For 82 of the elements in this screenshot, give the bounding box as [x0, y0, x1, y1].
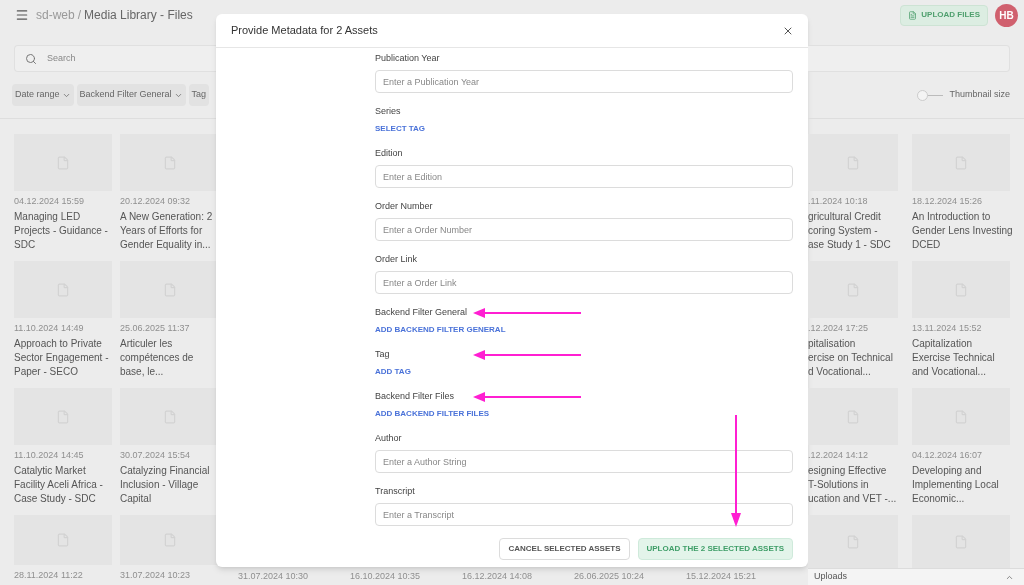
- file-date: 31.07.2024 10:23: [120, 569, 191, 581]
- breadcrumb-separator: /: [77, 7, 82, 24]
- file-title[interactable]: Articuler les compétences de base, le...: [120, 337, 194, 379]
- uploads-bar[interactable]: Uploads: [808, 568, 1024, 585]
- file-thumbnail[interactable]: [14, 134, 112, 191]
- file-date: 13.11.2024 15:52: [912, 322, 982, 334]
- file-title[interactable]: Capitalization Exercise Technical and Vocational...: [912, 337, 995, 379]
- filter-dropdown[interactable]: Tag: [188, 84, 210, 106]
- file-title[interactable]: esigning Effective T-Solutions in ucation and VET -...: [808, 464, 897, 506]
- filter-dropdown[interactable]: Date range: [12, 84, 74, 106]
- file-thumbnail[interactable]: [808, 134, 898, 191]
- uploads-label: Uploads: [814, 570, 848, 584]
- file-date: 26.06.2025 10:24: [574, 570, 646, 582]
- field-label: Series: [375, 105, 401, 119]
- file-thumbnail[interactable]: [808, 261, 898, 318]
- file-thumbnail[interactable]: [14, 261, 112, 318]
- file-date: 16.12.2024 14:08: [462, 570, 534, 582]
- search-input[interactable]: Search: [47, 51, 187, 66]
- file-title[interactable]: A New Generation: 2 Years of Efforts for Gender Equality in...: [120, 210, 213, 252]
- field-label: Tag: [375, 348, 390, 362]
- file-date: 25.06.2025 11:37: [120, 322, 190, 334]
- file-title[interactable]: An Introduction to Gender Lens Investing DCED: [912, 210, 1013, 252]
- slider-label: Thumbnail size: [949, 88, 1010, 102]
- file-date: 04.12.2024 16:07: [912, 449, 983, 461]
- file-thumbnail[interactable]: [912, 388, 1010, 445]
- file-thumbnail[interactable]: [14, 388, 112, 445]
- field-label: Order Number: [375, 200, 433, 214]
- dialog-title: Provide Metadata for 2 Assets: [231, 23, 378, 39]
- file-date: 15.12.2024 15:21: [686, 570, 758, 582]
- file-date: 11.10.2024 14:45: [14, 449, 84, 461]
- file-thumbnail[interactable]: [120, 515, 220, 565]
- field-label: Backend Filter Files: [375, 390, 455, 404]
- add-link[interactable]: SELECT TAG: [375, 123, 426, 135]
- text-field[interactable]: Enter a Order Link: [375, 271, 793, 294]
- file-title[interactable]: pitalisation ercise on Technical d Vocational...: [808, 337, 893, 379]
- text-field[interactable]: Enter a Publication Year: [375, 70, 793, 93]
- field-label: Backend Filter General: [375, 306, 468, 320]
- file-thumbnail[interactable]: [912, 261, 1010, 318]
- field-label: Publication Year: [375, 52, 440, 66]
- filter-dropdown[interactable]: Backend Filter General: [76, 84, 186, 106]
- add-link[interactable]: ADD BACKEND FILTER FILES: [375, 408, 490, 420]
- text-field[interactable]: Enter a Author String: [375, 450, 793, 473]
- file-thumbnail[interactable]: [808, 388, 898, 445]
- file-date: 18.12.2024 15:26: [912, 195, 983, 207]
- file-title[interactable]: Developing and Implementing Local Economic...: [912, 464, 999, 506]
- file-title[interactable]: Approach to Private Sector Engagement - Paper - SECO: [14, 337, 109, 379]
- file-date: 28.11.2024 11:22: [14, 569, 83, 581]
- field-label: Author: [375, 432, 402, 446]
- add-link[interactable]: ADD TAG: [375, 366, 411, 378]
- file-date: 20.12.2024 09:32: [120, 195, 191, 207]
- file-thumbnail[interactable]: [912, 134, 1010, 191]
- slider-thumb[interactable]: [917, 89, 929, 101]
- file-title[interactable]: Catalytic Market Facility Aceli Africa - Case Study - SDC: [14, 464, 103, 506]
- page-title: Media Library - Files: [84, 7, 193, 24]
- search-field[interactable]: Search: [14, 45, 216, 72]
- cancel-button[interactable]: CANCEL SELECTED ASSETS: [499, 538, 630, 560]
- file-thumbnail[interactable]: [14, 515, 112, 565]
- file-date: 11.10.2024 14:49: [14, 322, 84, 334]
- file-title[interactable]: Managing LED Projects - Guidance - SDC: [14, 210, 108, 252]
- file-date: .12.2024 17:25: [808, 322, 869, 334]
- text-field[interactable]: Enter a Order Number: [375, 218, 793, 241]
- file-date: 30.07.2024 15:54: [120, 449, 191, 461]
- field-label: Edition: [375, 147, 403, 161]
- user-avatar[interactable]: HB: [995, 3, 1018, 27]
- file-thumbnail[interactable]: [912, 515, 1010, 568]
- text-field[interactable]: Enter a Transcript: [375, 503, 793, 526]
- search-icon: [25, 52, 37, 65]
- add-link[interactable]: ADD BACKEND FILTER GENERAL: [375, 324, 506, 336]
- file-date: .12.2024 14:12: [808, 449, 869, 461]
- file-date: 04.12.2024 15:59: [14, 195, 85, 207]
- menu-icon[interactable]: [15, 8, 29, 22]
- file-date: 31.07.2024 10:30: [238, 570, 310, 582]
- file-date: .11.2024 10:18: [808, 195, 868, 207]
- file-thumbnail[interactable]: [808, 515, 898, 568]
- file-date: 16.10.2024 10:35: [350, 570, 422, 582]
- file-title[interactable]: gricultural Credit coring System - ase Study 1 - SDC: [808, 210, 891, 252]
- document-icon: [908, 10, 918, 20]
- text-field[interactable]: Enter a Edition: [375, 165, 793, 188]
- thumbnail-size-slider[interactable]: [917, 89, 944, 101]
- field-label: Transcript: [375, 485, 415, 499]
- field-label: Order Link: [375, 253, 418, 267]
- file-title[interactable]: Catalyzing Financial Inclusion - Village Capital: [120, 464, 210, 506]
